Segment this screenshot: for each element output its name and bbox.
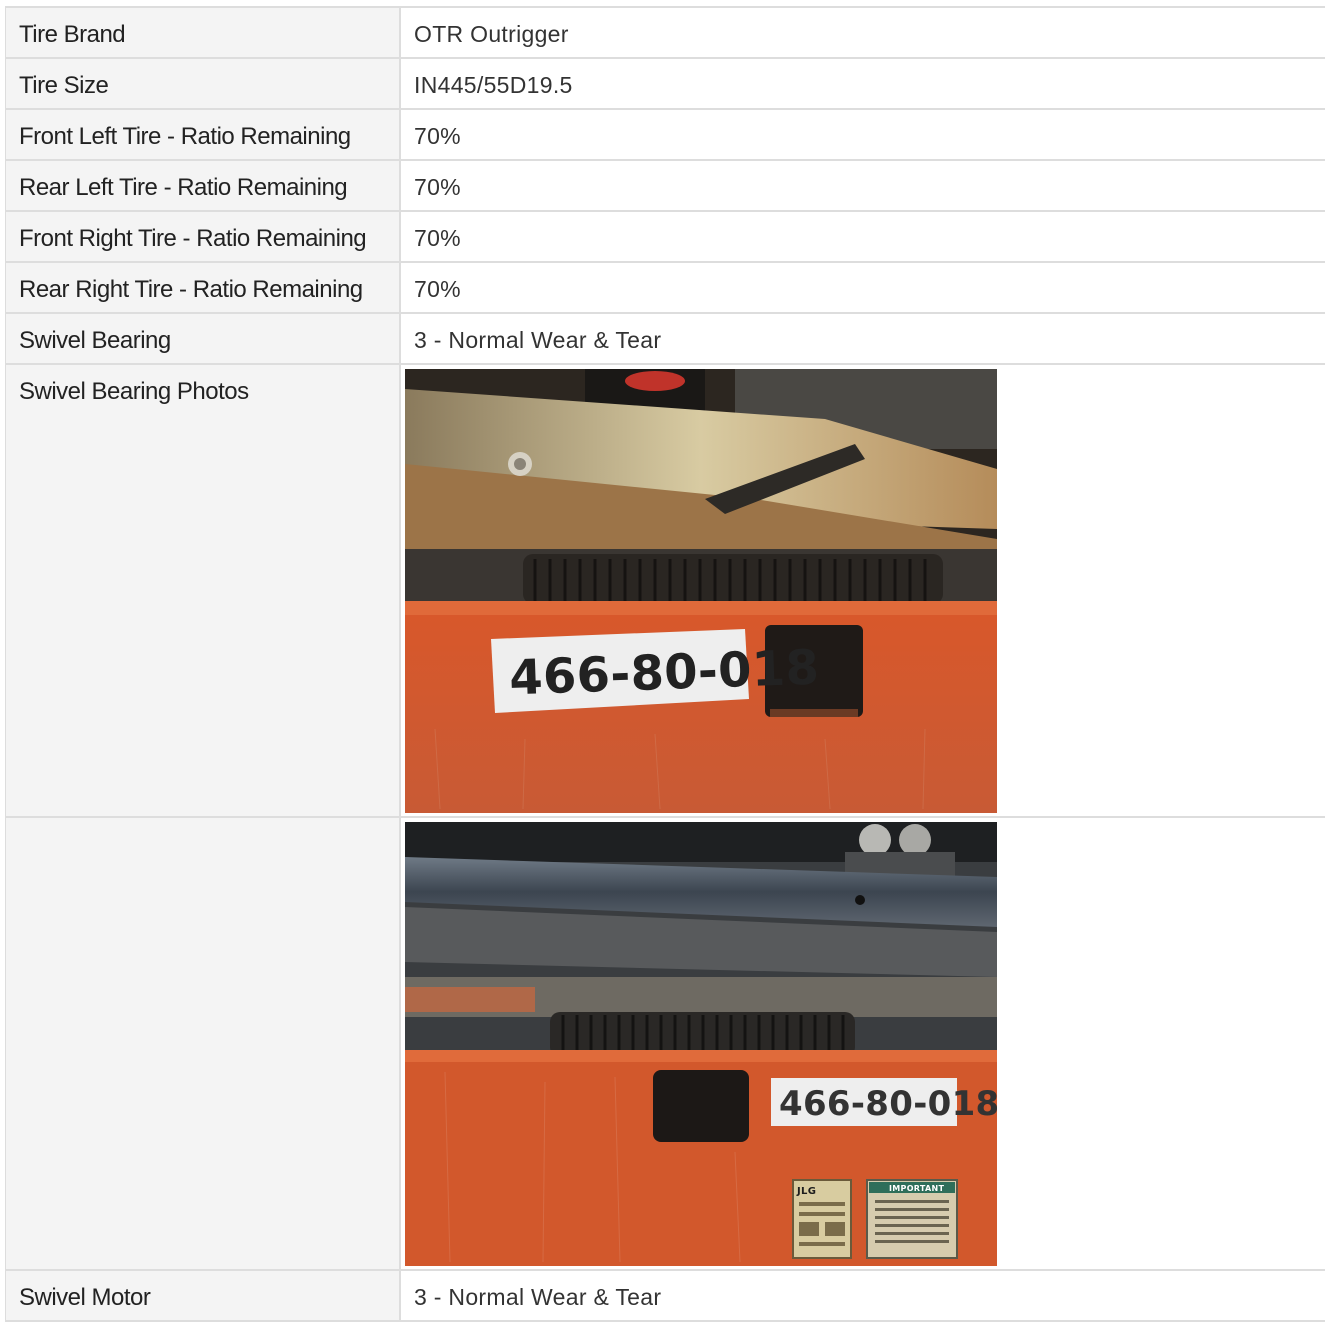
swivel-bearing-photo-2[interactable]: 466-80-018 JLG IMPORTANT	[405, 822, 997, 1266]
empty-label-cell	[6, 818, 401, 1269]
row-label: Swivel Motor	[6, 1271, 401, 1320]
table-row: Tire Size IN445/55D19.5	[6, 59, 1325, 110]
swivel-bearing-photo-1[interactable]: 466-80-018	[405, 369, 997, 813]
table-row-photo: 466-80-018 JLG IMPORTANT	[6, 818, 1325, 1271]
inspection-table: Tire Brand OTR Outrigger Tire Size IN445…	[5, 6, 1325, 1322]
row-value: 70%	[414, 225, 461, 251]
row-value: 70%	[414, 276, 461, 302]
photo-1-decal: 466-80-018	[508, 640, 820, 707]
table-row: Front Right Tire - Ratio Remaining 70%	[6, 212, 1325, 263]
row-value: 70%	[414, 174, 461, 200]
row-label: Front Left Tire - Ratio Remaining	[6, 110, 401, 159]
table-row: Rear Right Tire - Ratio Remaining 70%	[6, 263, 1325, 314]
row-label: Tire Size	[6, 59, 401, 108]
table-row: Swivel Motor 3 - Normal Wear & Tear	[6, 1271, 1325, 1322]
photo-cell: 466-80-018	[401, 365, 1325, 816]
row-value: 70%	[414, 123, 461, 149]
table-row: Rear Left Tire - Ratio Remaining 70%	[6, 161, 1325, 212]
sticker-brand: JLG	[796, 1186, 816, 1197]
row-label: Rear Right Tire - Ratio Remaining	[6, 263, 401, 312]
row-value: 3 - Normal Wear & Tear	[414, 327, 662, 353]
row-value: OTR Outrigger	[414, 21, 569, 47]
table-row: Swivel Bearing 3 - Normal Wear & Tear	[6, 314, 1325, 365]
table-row: Front Left Tire - Ratio Remaining 70%	[6, 110, 1325, 161]
row-label: Rear Left Tire - Ratio Remaining	[6, 161, 401, 210]
photo-2-decal: 466-80-018	[779, 1084, 997, 1124]
photos-label: Swivel Bearing Photos	[6, 365, 401, 816]
photo-cell: 466-80-018 JLG IMPORTANT	[401, 818, 1325, 1269]
row-label: Front Right Tire - Ratio Remaining	[6, 212, 401, 261]
row-label: Tire Brand	[6, 8, 401, 57]
table-row-photo: Swivel Bearing Photos 466-80-018	[6, 365, 1325, 818]
row-value: IN445/55D19.5	[414, 72, 573, 98]
sticker-warning: IMPORTANT	[889, 1184, 945, 1193]
table-row: Tire Brand OTR Outrigger	[6, 8, 1325, 59]
row-value: 3 - Normal Wear & Tear	[414, 1284, 662, 1310]
row-label: Swivel Bearing	[6, 314, 401, 363]
